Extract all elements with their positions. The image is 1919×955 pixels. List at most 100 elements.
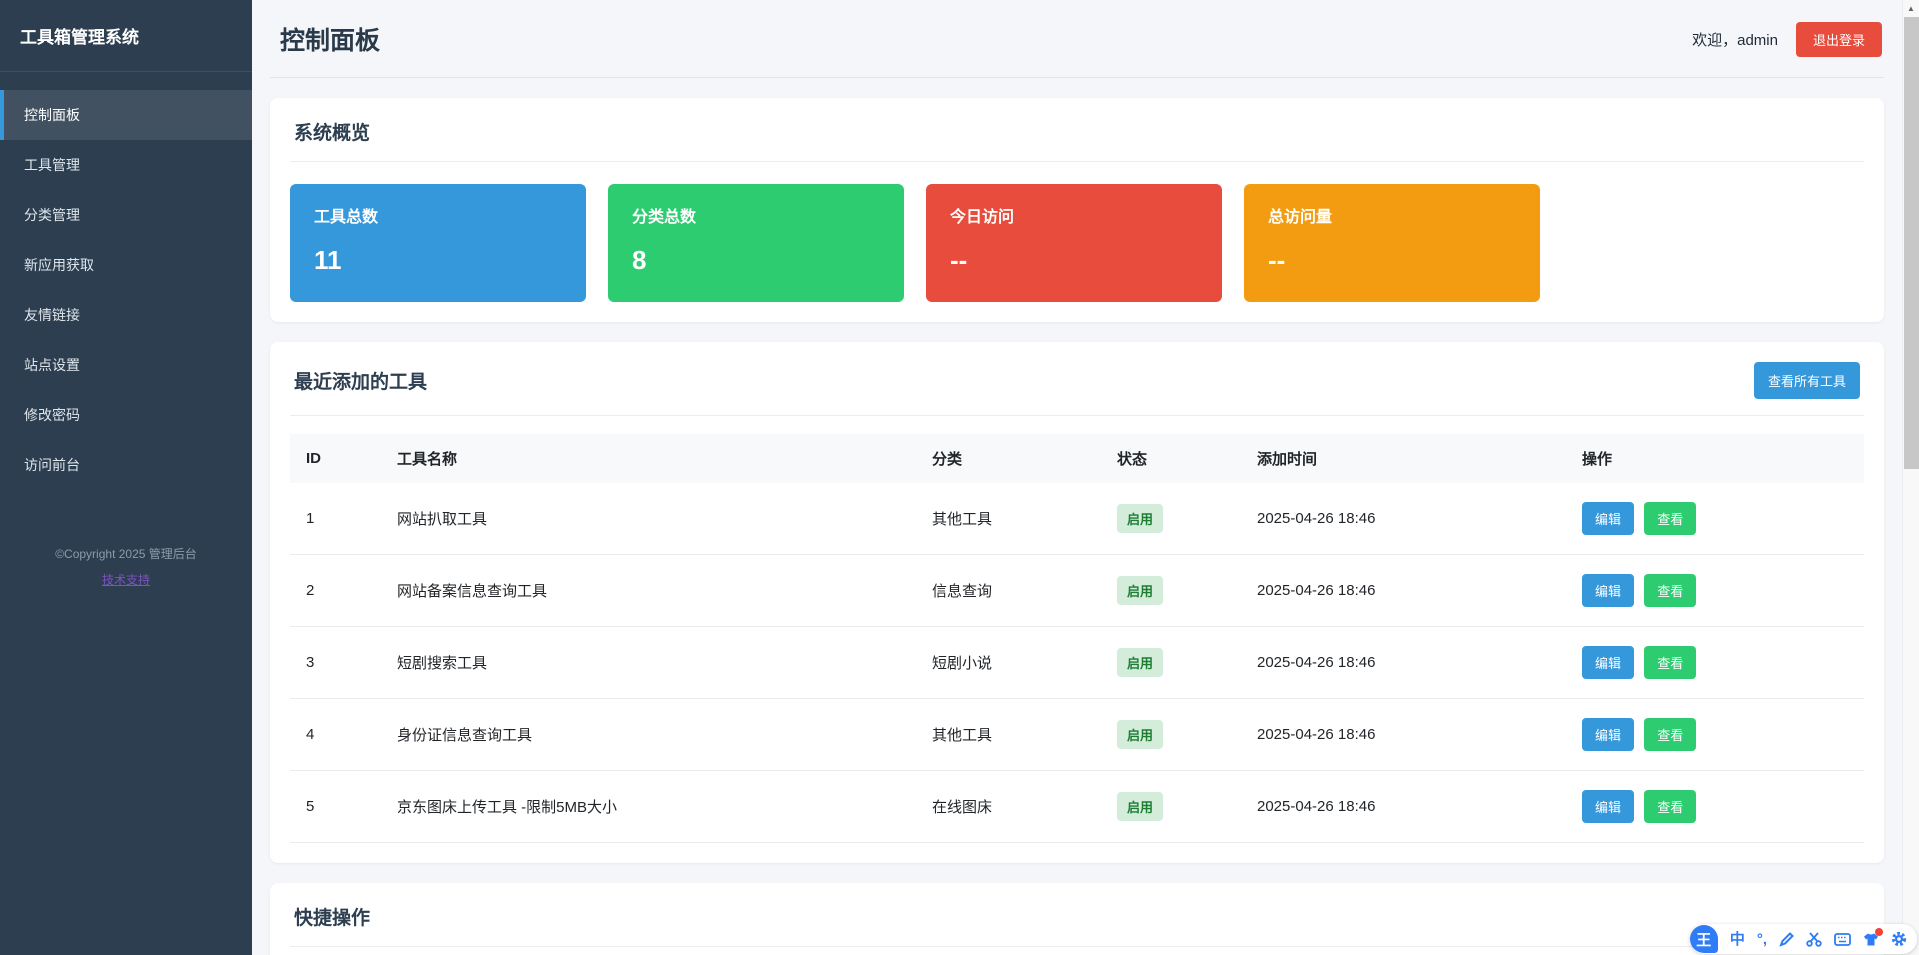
stat-card-label: 总访问量 (1268, 203, 1516, 227)
cell-added-time: 2025-04-26 18:46 (1241, 771, 1566, 843)
ime-logo-icon[interactable]: 王 (1690, 925, 1718, 953)
table-row: 3 短剧搜索工具 短剧小说 启用 2025-04-26 18:46 编辑 查看 (290, 627, 1864, 699)
overview-panel: 系统概览 工具总数 11 分类总数 8 今日访问 -- (270, 98, 1884, 322)
sidebar-item[interactable]: 工具管理 (0, 140, 252, 190)
sidebar-item-label: 友情链接 (24, 307, 80, 323)
overview-title: 系统概览 (294, 118, 370, 145)
sidebar-footer: ©Copyright 2025 管理后台 技术支持 (0, 546, 252, 589)
cell-id: 2 (290, 555, 381, 627)
ime-keyboard-icon[interactable] (1834, 933, 1851, 946)
cell-id: 1 (290, 483, 381, 555)
table-row: 2 网站备案信息查询工具 信息查询 启用 2025-04-26 18:46 编辑… (290, 555, 1864, 627)
overview-heading: 系统概览 (290, 118, 1864, 162)
column-header-time: 添加时间 (1241, 434, 1566, 483)
cell-category: 信息查询 (916, 555, 1101, 627)
recent-tools-title: 最近添加的工具 (294, 367, 427, 394)
page-title: 控制面板 (280, 21, 380, 57)
sidebar-item[interactable]: 分类管理 (0, 190, 252, 240)
view-button[interactable]: 查看 (1644, 574, 1696, 607)
footer-link[interactable]: 技术支持 (102, 572, 150, 589)
logout-button[interactable]: 退出登录 (1796, 22, 1882, 57)
table-row: 4 身份证信息查询工具 其他工具 启用 2025-04-26 18:46 编辑 … (290, 699, 1864, 771)
view-button[interactable]: 查看 (1644, 718, 1696, 751)
view-button[interactable]: 查看 (1644, 502, 1696, 535)
edit-button[interactable]: 编辑 (1582, 574, 1634, 607)
view-all-tools-button[interactable]: 查看所有工具 (1754, 362, 1860, 399)
sidebar-item-label: 工具管理 (24, 157, 80, 173)
cell-added-time: 2025-04-26 18:46 (1241, 483, 1566, 555)
sidebar-item-label: 访问前台 (24, 457, 80, 473)
sidebar-item[interactable]: 访问前台 (0, 440, 252, 490)
cell-id: 3 (290, 627, 381, 699)
sidebar-item[interactable]: 新应用获取 (0, 240, 252, 290)
recent-tools-panel: 最近添加的工具 查看所有工具 ID 工具名称 分类 状态 添加时间 操作 1 (270, 342, 1884, 863)
cell-tool-name: 网站备案信息查询工具 (381, 555, 916, 627)
quick-actions-panel: 快捷操作 (270, 883, 1884, 955)
copyright-text: ©Copyright 2025 管理后台 (0, 546, 252, 563)
column-header-name: 工具名称 (381, 434, 916, 483)
ime-skin-shirt-icon[interactable] (1863, 932, 1879, 947)
recent-tools-heading: 最近添加的工具 查看所有工具 (290, 362, 1864, 416)
cell-category: 短剧小说 (916, 627, 1101, 699)
status-badge: 启用 (1117, 648, 1163, 677)
stat-cards: 工具总数 11 分类总数 8 今日访问 -- 总访问量 -- (290, 184, 1864, 302)
ime-handwriting-pen-icon[interactable] (1779, 932, 1794, 947)
header-right: 欢迎，admin 退出登录 (1692, 22, 1882, 57)
ime-scissors-icon[interactable] (1806, 932, 1822, 947)
cell-tool-name: 身份证信息查询工具 (381, 699, 916, 771)
column-header-category: 分类 (916, 434, 1101, 483)
table-row: 5 京东图床上传工具 -限制5MB大小 在线图床 启用 2025-04-26 1… (290, 771, 1864, 843)
stat-card: 今日访问 -- (926, 184, 1222, 302)
sidebar-item-label: 新应用获取 (24, 257, 94, 273)
cell-tool-name: 京东图床上传工具 -限制5MB大小 (381, 771, 916, 843)
stat-card-label: 分类总数 (632, 203, 880, 227)
cell-added-time: 2025-04-26 18:46 (1241, 627, 1566, 699)
stat-card-value: 8 (632, 245, 880, 276)
status-badge: 启用 (1117, 504, 1163, 533)
view-button[interactable]: 查看 (1644, 646, 1696, 679)
sidebar-nav: 控制面板 工具管理 分类管理 新应用获取 友情链接 站点设置 修改密码 访问前台 (0, 72, 252, 490)
table-row: 1 网站扒取工具 其他工具 启用 2025-04-26 18:46 编辑 查看 (290, 483, 1864, 555)
notification-dot (1875, 928, 1883, 936)
cell-added-time: 2025-04-26 18:46 (1241, 555, 1566, 627)
stat-card-value: 11 (314, 245, 562, 276)
sidebar-item[interactable]: 修改密码 (0, 390, 252, 440)
sidebar-item-label: 分类管理 (24, 207, 80, 223)
scrollbar-thumb[interactable] (1904, 17, 1919, 469)
vertical-scrollbar[interactable]: ▲ (1902, 0, 1919, 955)
sidebar-item[interactable]: 站点设置 (0, 340, 252, 390)
ime-language-toggle-icon[interactable]: 中 (1730, 932, 1745, 947)
sidebar-item-label: 站点设置 (24, 357, 80, 373)
sidebar-item[interactable]: 友情链接 (0, 290, 252, 340)
sidebar-item[interactable]: 控制面板 (0, 90, 252, 140)
cell-id: 4 (290, 699, 381, 771)
column-header-status: 状态 (1101, 434, 1241, 483)
sidebar: 工具箱管理系统 控制面板 工具管理 分类管理 新应用获取 友情链接 站点设置 修… (0, 0, 252, 955)
stat-card-label: 今日访问 (950, 203, 1198, 227)
table-header-row: ID 工具名称 分类 状态 添加时间 操作 (290, 434, 1864, 483)
edit-button[interactable]: 编辑 (1582, 718, 1634, 751)
edit-button[interactable]: 编辑 (1582, 646, 1634, 679)
cell-added-time: 2025-04-26 18:46 (1241, 699, 1566, 771)
ime-punctuation-icon[interactable]: °, (1757, 932, 1767, 947)
status-badge: 启用 (1117, 576, 1163, 605)
edit-button[interactable]: 编辑 (1582, 502, 1634, 535)
ime-settings-gear-icon[interactable] (1891, 931, 1907, 947)
cell-category: 在线图床 (916, 771, 1101, 843)
cell-tool-name: 网站扒取工具 (381, 483, 916, 555)
scroll-up-arrow-icon[interactable]: ▲ (1903, 0, 1919, 17)
quick-actions-heading: 快捷操作 (290, 903, 1864, 947)
recent-tools-table: ID 工具名称 分类 状态 添加时间 操作 1 网站扒取工具 其他工具 启用 2 (290, 434, 1864, 843)
edit-button[interactable]: 编辑 (1582, 790, 1634, 823)
cell-id: 5 (290, 771, 381, 843)
status-badge: 启用 (1117, 720, 1163, 749)
status-badge: 启用 (1117, 792, 1163, 821)
stat-card: 分类总数 8 (608, 184, 904, 302)
welcome-text: 欢迎，admin (1692, 29, 1778, 50)
app-title: 工具箱管理系统 (0, 0, 252, 72)
stat-card: 总访问量 -- (1244, 184, 1540, 302)
quick-actions-title: 快捷操作 (294, 903, 370, 930)
view-button[interactable]: 查看 (1644, 790, 1696, 823)
cell-category: 其他工具 (916, 699, 1101, 771)
main-content: 控制面板 欢迎，admin 退出登录 系统概览 工具总数 11 分类总数 8 (252, 0, 1919, 955)
